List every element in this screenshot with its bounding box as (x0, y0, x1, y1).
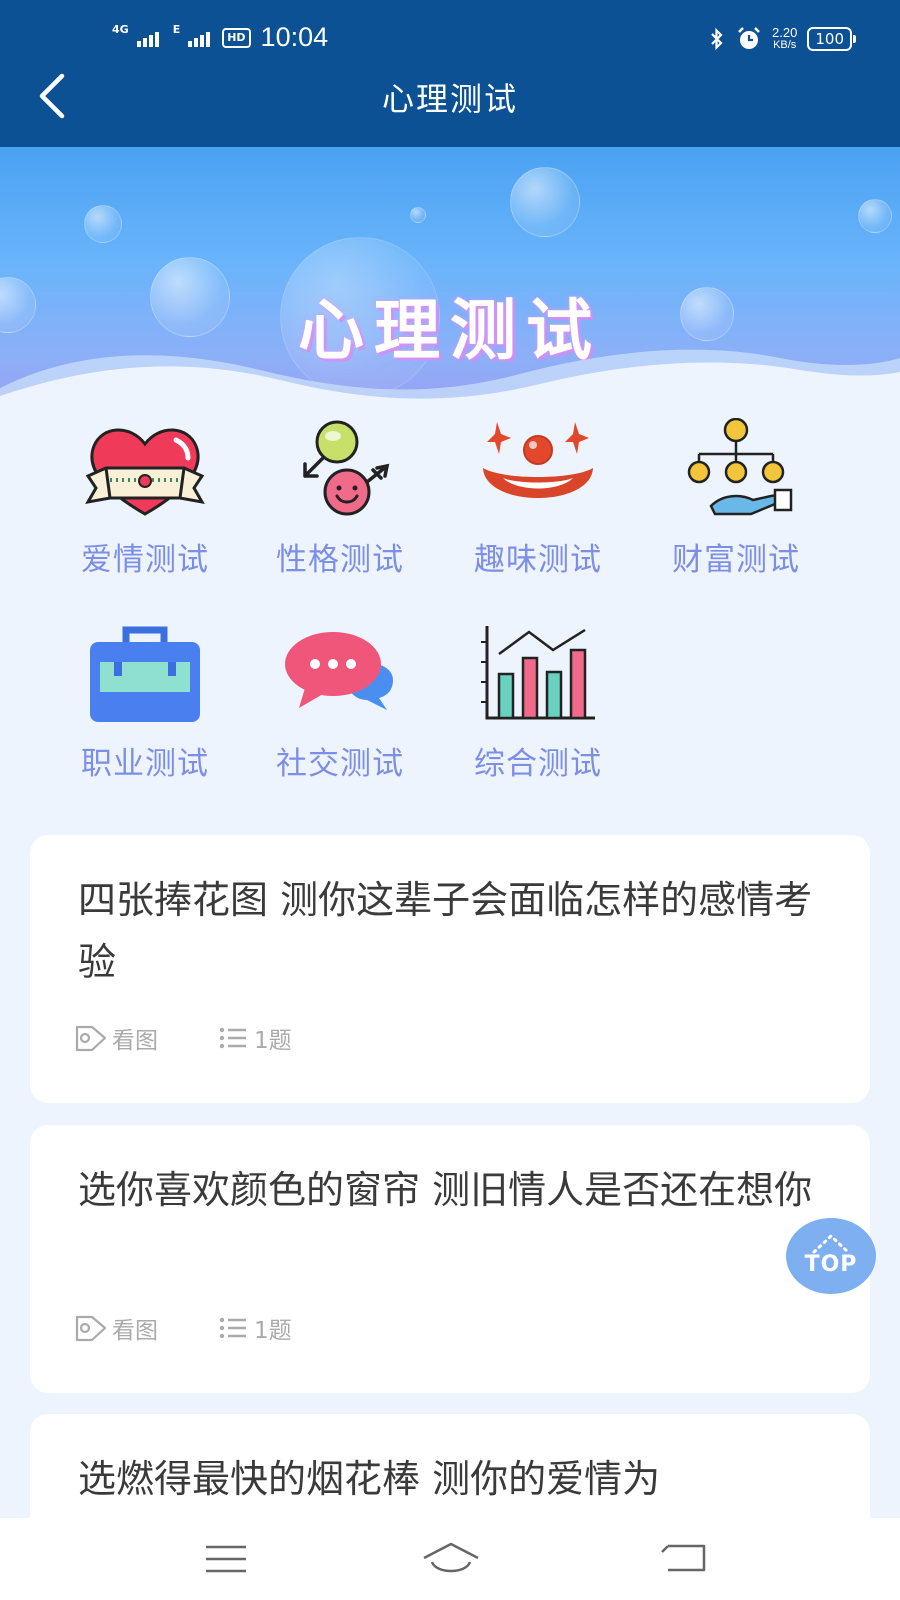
test-title: 选燃得最快的烟花棒 测你的爱情为 (78, 1457, 661, 1501)
banner-bubble (858, 199, 892, 233)
test-title: 四张捧花图 测你这辈子会面临怎样的感情考验 (78, 878, 813, 984)
test-question-count: 1题 (254, 1028, 292, 1054)
category-love[interactable]: 爱情测试 (45, 418, 245, 579)
battery-indicator: 100 (807, 27, 856, 51)
hero-banner: 心理测试 (0, 147, 900, 407)
network-speed: 2.20 KB/s (772, 25, 798, 51)
test-meta: 看图 1题 (74, 1021, 292, 1055)
page-title: 心理测试 (381, 80, 518, 118)
banner-bubble (84, 205, 122, 243)
home-icon (423, 1542, 479, 1573)
network-speed-value: 2.20 (772, 25, 798, 40)
list-icon (219, 1317, 246, 1339)
back-arrow-icon (661, 1544, 706, 1572)
network-type-label: 4G (112, 23, 129, 36)
scroll-to-top-label: TOP (804, 1252, 858, 1277)
category-wealth[interactable]: 财富测试 (636, 418, 836, 579)
category-fun[interactable]: 趣味测试 (438, 418, 638, 579)
test-tag: 看图 (112, 1028, 158, 1054)
menu-button[interactable] (190, 1536, 260, 1582)
signal-strength-secondary-icon (188, 29, 211, 47)
category-comprehensive[interactable]: 综合测试 (438, 622, 638, 783)
banner-wave (0, 349, 900, 407)
network-speed-unit: KB/s (773, 39, 797, 51)
category-personality[interactable]: 性格测试 (240, 418, 440, 579)
test-card[interactable]: 四张捧花图 测你这辈子会面临怎样的感情考验 看图 1题 (30, 835, 870, 1103)
test-card[interactable]: 选你喜欢颜色的窗帘 测旧情人是否还在想你 看图 1题 (30, 1125, 870, 1393)
network-type-secondary-label: E (172, 23, 181, 36)
clown-icon (483, 422, 593, 498)
category-label: 职业测试 (81, 746, 209, 782)
status-bar: 4G E HD 10:04 2.20 KB/s 100 (0, 0, 900, 80)
test-meta: 看图 1题 (74, 1311, 292, 1345)
heart-icon (85, 428, 205, 516)
test-title: 选你喜欢颜色的窗帘 测旧情人是否还在想你 (78, 1168, 813, 1212)
category-label: 社交测试 (276, 746, 404, 782)
category-career[interactable]: 职业测试 (45, 622, 245, 783)
menu-icon (206, 1545, 246, 1573)
home-button[interactable] (416, 1536, 486, 1582)
bluetooth-icon (711, 27, 723, 51)
list-icon (219, 1027, 246, 1049)
signal-strength-icon (136, 29, 159, 47)
system-nav-bar (0, 1518, 900, 1600)
banner-bubble (510, 167, 580, 237)
category-label: 性格测试 (276, 542, 404, 578)
category-label: 财富测试 (672, 542, 800, 578)
bar-chart-icon (481, 626, 595, 720)
chat-bubble-icon (285, 632, 393, 710)
scroll-to-top-button[interactable]: TOP (786, 1218, 876, 1294)
category-social[interactable]: 社交测试 (240, 622, 440, 783)
category-label: 综合测试 (474, 746, 602, 782)
coins-icon (687, 418, 793, 516)
alarm-clock-icon (738, 27, 760, 49)
toolbox-icon (90, 626, 200, 722)
test-tag: 看图 (112, 1318, 158, 1344)
category-label: 趣味测试 (474, 542, 602, 578)
hd-voice-badge: HD (222, 27, 251, 48)
tag-icon (75, 1315, 107, 1342)
test-question-count: 1题 (254, 1318, 292, 1344)
category-label: 爱情测试 (81, 542, 209, 578)
back-nav-button[interactable] (650, 1536, 720, 1582)
status-time: 10:04 (260, 22, 329, 52)
tag-icon (75, 1025, 107, 1052)
app-header: 4G E HD 10:04 2.20 KB/s 100 心理测试 (0, 0, 900, 147)
banner-bubble (410, 207, 426, 223)
gender-icon (303, 420, 390, 516)
